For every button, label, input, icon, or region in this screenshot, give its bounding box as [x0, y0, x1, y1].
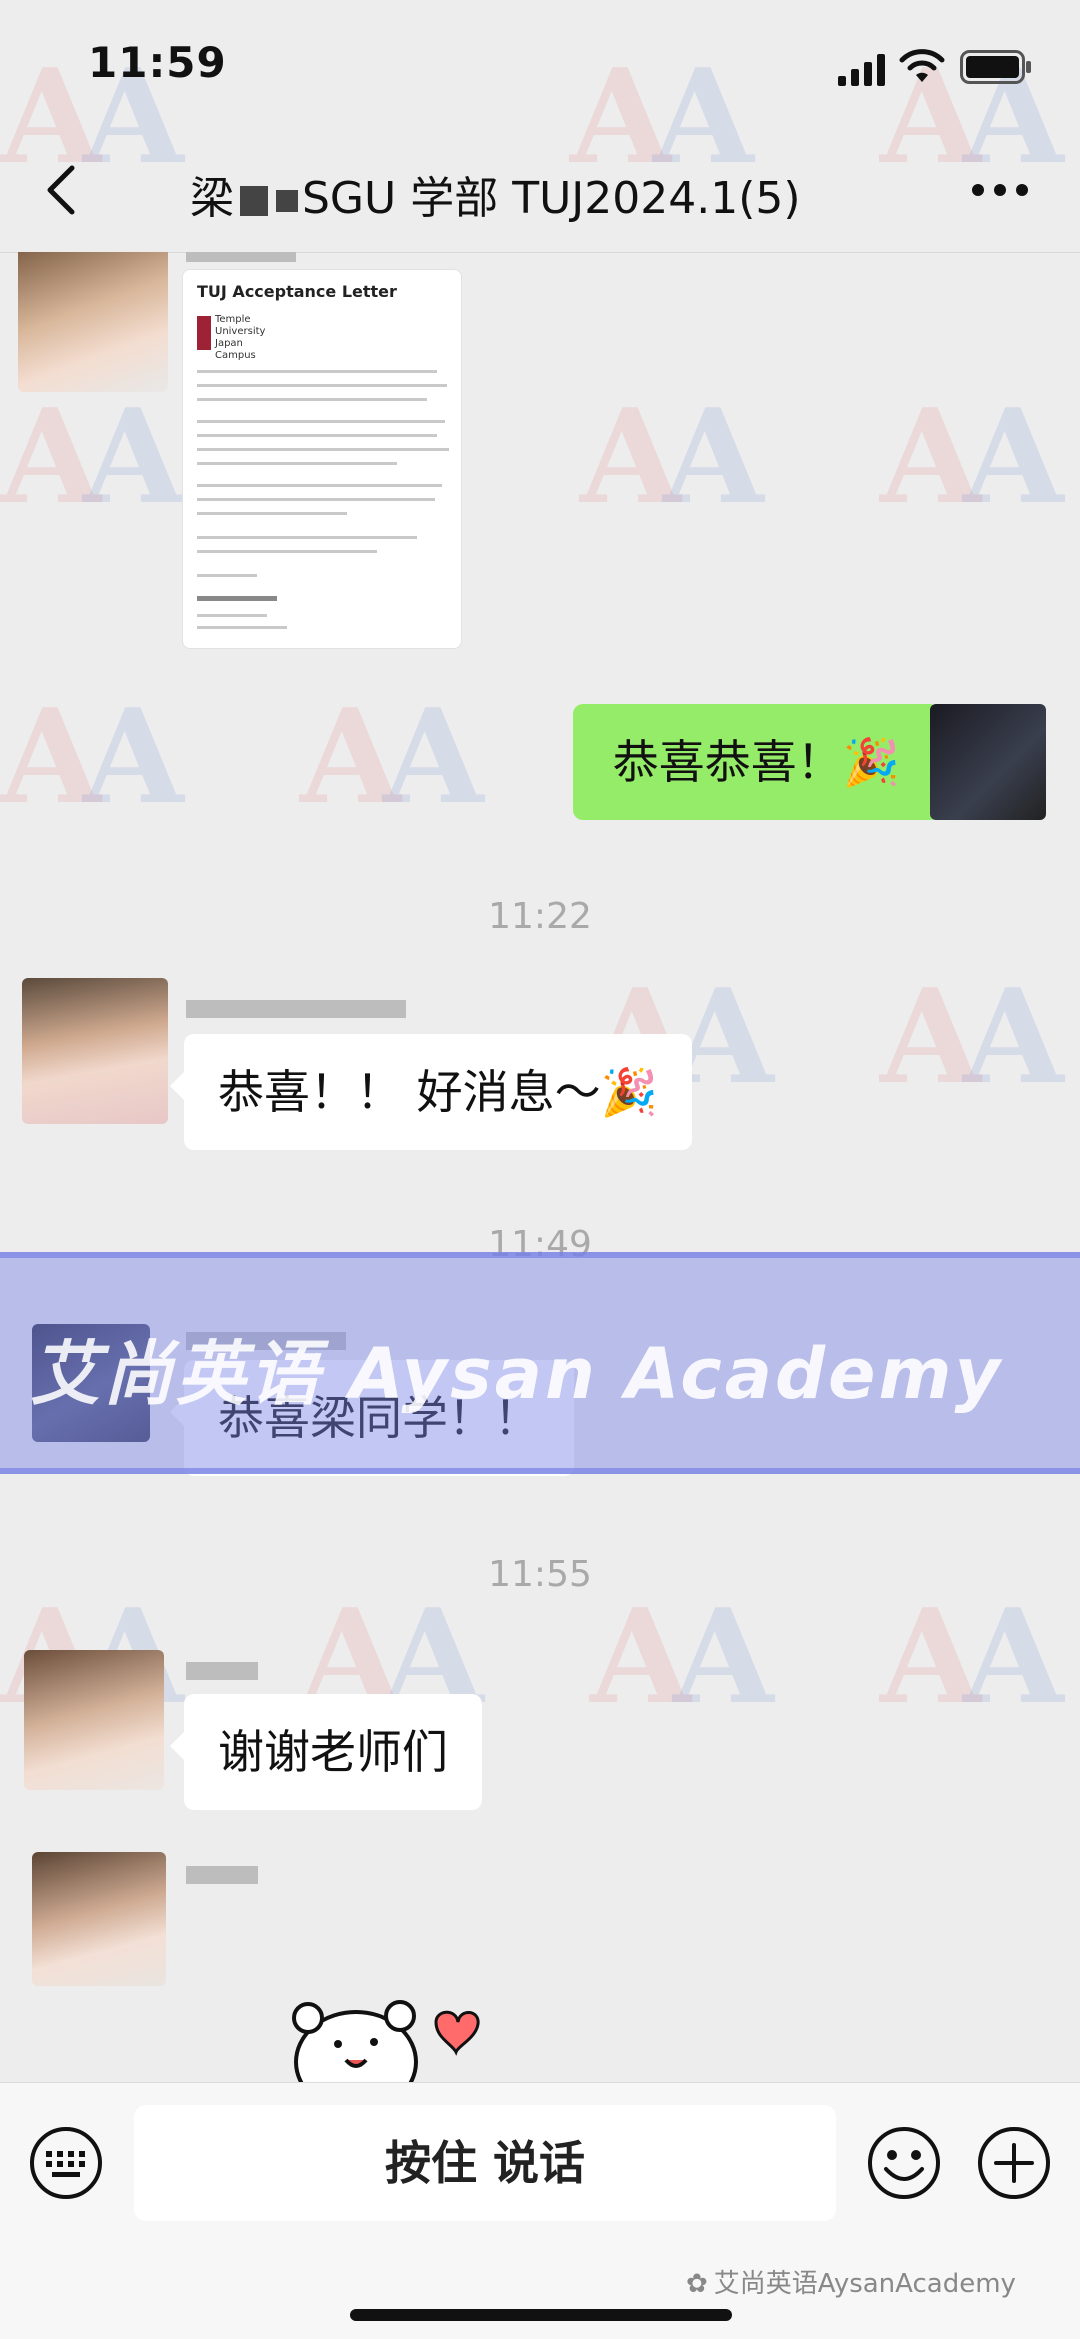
- wechat-icon: ✿: [686, 2269, 708, 2299]
- chat-title-prefix: 梁: [190, 173, 234, 224]
- footer-watermark: ✿ 艾尚英语AysanAcademy: [686, 2263, 1016, 2300]
- bear-heart-sticker[interactable]: [286, 1982, 486, 2082]
- chat-input-bar: 按住 说话 ✿ 艾尚英语AysanAcademy: [0, 2082, 1080, 2339]
- self-message-bubble[interactable]: 恭喜恭喜！🎉: [572, 704, 955, 820]
- redaction-mask: [240, 186, 268, 216]
- avatar[interactable]: [24, 1650, 164, 1790]
- status-time: 11:59: [88, 38, 227, 87]
- timestamp: 11:22: [488, 896, 592, 937]
- letter-heading: TUJ Acceptance Letter: [197, 282, 397, 301]
- sender-name-redacted: [186, 1866, 258, 1884]
- timestamp: 11:55: [488, 1554, 592, 1595]
- avatar[interactable]: [22, 978, 168, 1124]
- home-indicator[interactable]: [350, 2309, 732, 2321]
- status-bar: 11:59: [0, 0, 1080, 130]
- chat-header: 梁 SGU 学部 TUJ2024.1(5): [0, 130, 1080, 253]
- cellular-signal-icon: [838, 54, 885, 86]
- university-logo-mark: [197, 316, 211, 350]
- back-chevron-icon[interactable]: [38, 160, 88, 220]
- plus-circle-icon[interactable]: [976, 2125, 1052, 2201]
- redaction-mask: [276, 190, 298, 212]
- watermark-banner: 艾尚英语 Aysan Academy: [0, 1252, 1080, 1474]
- message-bubble[interactable]: 恭喜！！ 好消息～🎉: [170, 1034, 692, 1150]
- university-logo-text: Temple University Japan Campus: [215, 314, 266, 361]
- sender-name-redacted: [186, 252, 296, 262]
- message-list[interactable]: TUJ Acceptance Letter Temple University …: [0, 252, 1080, 2082]
- chat-title: 梁 SGU 学部 TUJ2024.1(5): [190, 162, 801, 226]
- chat-title-suffix: SGU 学部 TUJ2024.1(5): [302, 173, 801, 224]
- wifi-icon: [899, 49, 945, 82]
- sender-name-redacted: [186, 1662, 258, 1680]
- avatar[interactable]: [18, 252, 168, 392]
- avatar[interactable]: [32, 1852, 166, 1986]
- smile-icon[interactable]: [866, 2125, 942, 2201]
- acceptance-letter-image[interactable]: TUJ Acceptance Letter Temple University …: [182, 269, 462, 649]
- message-bubble[interactable]: 谢谢老师们: [170, 1694, 482, 1810]
- sender-name-redacted: [186, 1000, 406, 1018]
- watermark-banner-text: 艾尚英语 Aysan Academy: [30, 1333, 1004, 1415]
- battery-icon: [960, 50, 1031, 84]
- self-avatar[interactable]: [930, 704, 1046, 820]
- keyboard-icon[interactable]: [28, 2125, 104, 2201]
- footer-watermark-text: 艾尚英语AysanAcademy: [713, 2269, 1016, 2299]
- hold-to-talk-button[interactable]: 按住 说话: [134, 2105, 836, 2221]
- more-dots-icon[interactable]: [970, 182, 1030, 198]
